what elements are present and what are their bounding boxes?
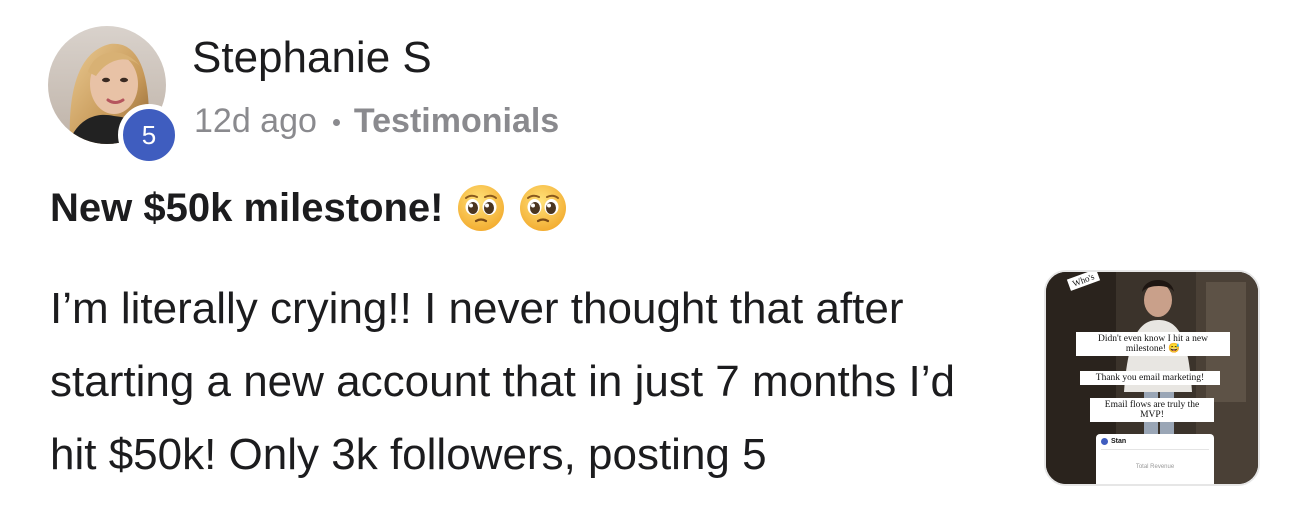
post-title-text: New $50k milestone! — [50, 186, 444, 230]
post-meta: 12d ago Testimonials — [194, 100, 559, 142]
stan-logo-icon — [1101, 438, 1108, 445]
thumbnail-caption: Didn't even know I hit a new milestone! … — [1076, 332, 1230, 356]
divider — [1101, 449, 1209, 450]
separator-dot — [332, 118, 340, 126]
post-body[interactable]: I’m literally crying!! I never thought t… — [50, 272, 1010, 491]
author-name[interactable]: Stephanie S — [192, 32, 432, 84]
stan-card-subtitle: Total Revenue — [1135, 464, 1175, 470]
attachment-thumbnail[interactable]: Who's Didn't even know I hit a new miles… — [1044, 270, 1260, 486]
thumbnail-caption: Thank you email marketing! — [1080, 371, 1220, 385]
pleading-face-emoji-icon — [518, 183, 568, 233]
post-title[interactable]: New $50k milestone! — [50, 180, 568, 236]
thumbnail-caption: Email flows are truly the MVP! — [1090, 398, 1214, 422]
stan-brand: Stan — [1111, 438, 1127, 445]
thumbnail-stan-card: Stan Total Revenue — [1096, 434, 1214, 484]
post-category[interactable]: Testimonials — [354, 100, 559, 142]
level-badge: 5 — [118, 104, 180, 166]
post-time: 12d ago — [194, 102, 317, 140]
pleading-face-emoji-icon — [456, 183, 506, 233]
